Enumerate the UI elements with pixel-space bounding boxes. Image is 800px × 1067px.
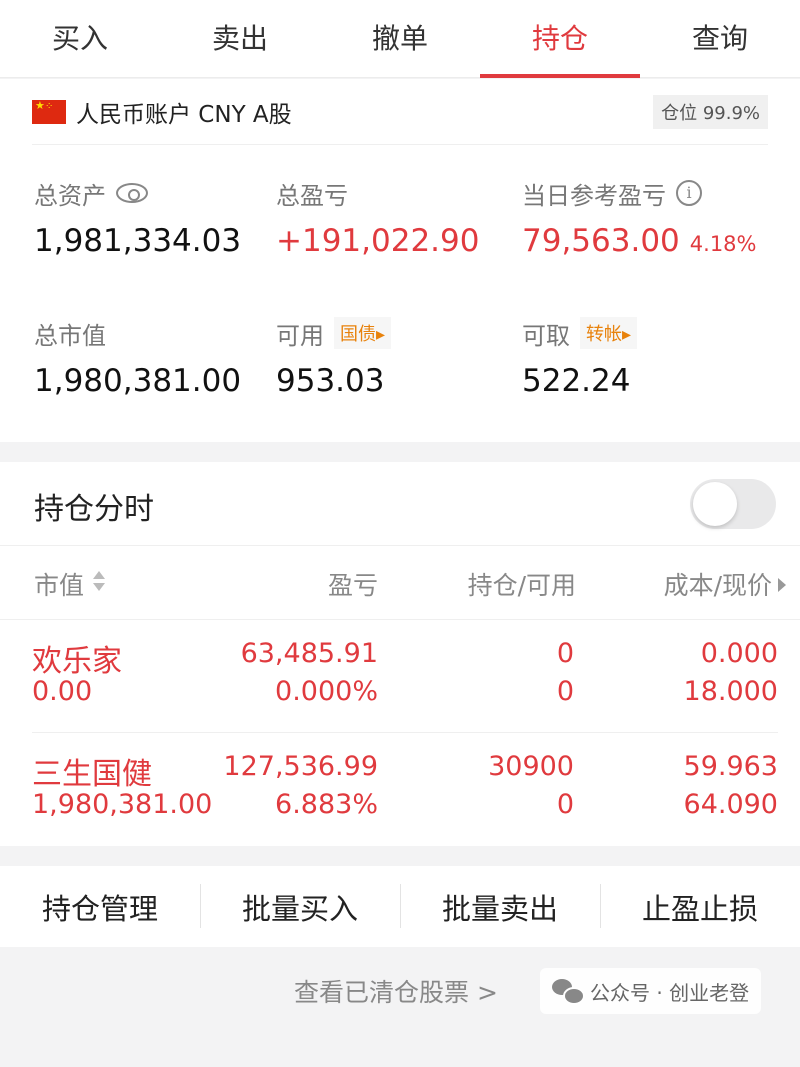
market-value-label: 总市值 bbox=[34, 321, 106, 350]
stock-pnl-percent: 6.883% bbox=[275, 789, 378, 820]
holding-row[interactable]: 欢乐家 0.00 63,485.91 0.000% 0 0 0.000 18.0… bbox=[0, 620, 800, 733]
watermark-text: 公众号 · 创业老登 bbox=[590, 980, 750, 1005]
column-position-available: 持仓/可用 bbox=[467, 571, 576, 600]
manage-holdings-button[interactable]: 持仓管理 bbox=[0, 886, 200, 928]
withdrawable-value: 522.24 bbox=[522, 363, 631, 399]
daily-pnl-value: 79,563.00 bbox=[522, 223, 680, 259]
take-profit-stop-loss-button[interactable]: 止盈止损 bbox=[600, 883, 800, 928]
holdings-column-header: 市值 盈亏 持仓/可用 成本/现价 bbox=[0, 546, 800, 620]
total-pnl-metric: 总盈亏 +191,022.90 bbox=[276, 175, 480, 260]
tab-buy[interactable]: 买入 bbox=[0, 0, 160, 77]
stock-position: 30900 bbox=[488, 751, 574, 782]
batch-buy-button[interactable]: 批量买入 bbox=[200, 883, 400, 928]
tab-sell[interactable]: 卖出 bbox=[160, 0, 320, 77]
stock-name: 欢乐家 bbox=[32, 644, 122, 679]
stock-market-value: 0.00 bbox=[32, 676, 93, 707]
holdings-intraday-title: 持仓分时 bbox=[34, 492, 154, 527]
daily-pnl-percent: 4.18% bbox=[689, 232, 757, 256]
total-pnl-value: +191,022.90 bbox=[276, 223, 480, 259]
top-tab-bar: 买入 卖出 撤单 持仓 查询 bbox=[0, 0, 800, 78]
stock-available: 0 bbox=[556, 676, 574, 707]
account-summary-card: 人民币账户 CNY A股 仓位 99.9% 总资产 1,981,334.03 总… bbox=[0, 79, 800, 442]
info-icon[interactable]: i bbox=[676, 180, 702, 206]
available-metric: 可用 国债▸ 953.03 bbox=[276, 315, 392, 399]
watermark: 公众号 · 创业老登 bbox=[540, 968, 762, 1014]
available-label: 可用 bbox=[276, 321, 324, 350]
stock-pnl: 127,536.99 bbox=[223, 751, 378, 782]
market-value-value: 1,980,381.00 bbox=[34, 363, 242, 399]
sort-icon[interactable] bbox=[93, 571, 105, 595]
treasury-bond-link[interactable]: 国债▸ bbox=[334, 317, 392, 349]
position-ratio-badge: 仓位 99.9% bbox=[653, 94, 768, 129]
toggle-knob bbox=[693, 482, 737, 526]
holdings-intraday-toggle[interactable] bbox=[690, 479, 776, 529]
daily-pnl-label: 当日参考盈亏 bbox=[522, 181, 666, 210]
column-market-value[interactable]: 市值 bbox=[34, 566, 84, 602]
holding-row[interactable]: 三生国健 1,980,381.00 127,536.99 6.883% 3090… bbox=[0, 733, 800, 846]
total-pnl-label: 总盈亏 bbox=[276, 181, 348, 210]
stock-cost: 59.963 bbox=[683, 751, 778, 782]
withdrawable-label: 可取 bbox=[522, 321, 570, 350]
holdings-header: 持仓分时 bbox=[0, 462, 800, 546]
stock-price: 18.000 bbox=[683, 676, 778, 707]
tab-query[interactable]: 查询 bbox=[640, 0, 800, 77]
column-pnl: 盈亏 bbox=[327, 571, 378, 600]
stock-price: 64.090 bbox=[683, 789, 778, 820]
account-title: 人民币账户 CNY A股 bbox=[76, 101, 292, 128]
batch-sell-button[interactable]: 批量卖出 bbox=[400, 883, 600, 928]
chevron-right-icon[interactable] bbox=[778, 578, 786, 592]
stock-position: 0 bbox=[556, 638, 574, 669]
china-flag-icon bbox=[32, 99, 66, 124]
stock-market-value: 1,980,381.00 bbox=[32, 789, 213, 820]
total-assets-label: 总资产 bbox=[34, 181, 106, 210]
daily-pnl-metric: 当日参考盈亏 i 79,563.00 4.18% bbox=[522, 175, 757, 259]
available-value: 953.03 bbox=[276, 363, 385, 399]
eye-icon[interactable] bbox=[116, 183, 148, 203]
withdrawable-metric: 可取 转帐▸ 522.24 bbox=[522, 315, 638, 399]
stock-pnl-percent: 0.000% bbox=[275, 676, 378, 707]
account-header: 人民币账户 CNY A股 仓位 99.9% bbox=[32, 79, 768, 145]
stock-name: 三生国健 bbox=[32, 757, 152, 792]
column-cost-price: 成本/现价 bbox=[663, 571, 772, 600]
holdings-action-bar: 持仓管理 批量买入 批量卖出 止盈止损 bbox=[0, 866, 800, 947]
view-cleared-stocks-link[interactable]: 查看已清仓股票 > bbox=[294, 973, 498, 1009]
total-assets-value: 1,981,334.03 bbox=[34, 223, 242, 259]
holdings-panel: 持仓分时 市值 盈亏 持仓/可用 成本/现价 欢乐家 0.00 63,485.9… bbox=[0, 462, 800, 846]
transfer-link[interactable]: 转帐▸ bbox=[580, 317, 638, 349]
stock-pnl: 63,485.91 bbox=[240, 638, 378, 669]
stock-available: 0 bbox=[556, 789, 574, 820]
stock-cost: 0.000 bbox=[700, 638, 778, 669]
market-value-metric: 总市值 1,980,381.00 bbox=[34, 315, 242, 400]
tab-cancel-order[interactable]: 撤单 bbox=[320, 0, 480, 77]
total-assets-metric: 总资产 1,981,334.03 bbox=[34, 175, 242, 260]
tab-holdings[interactable]: 持仓 bbox=[480, 0, 640, 78]
wechat-icon bbox=[552, 979, 585, 1005]
